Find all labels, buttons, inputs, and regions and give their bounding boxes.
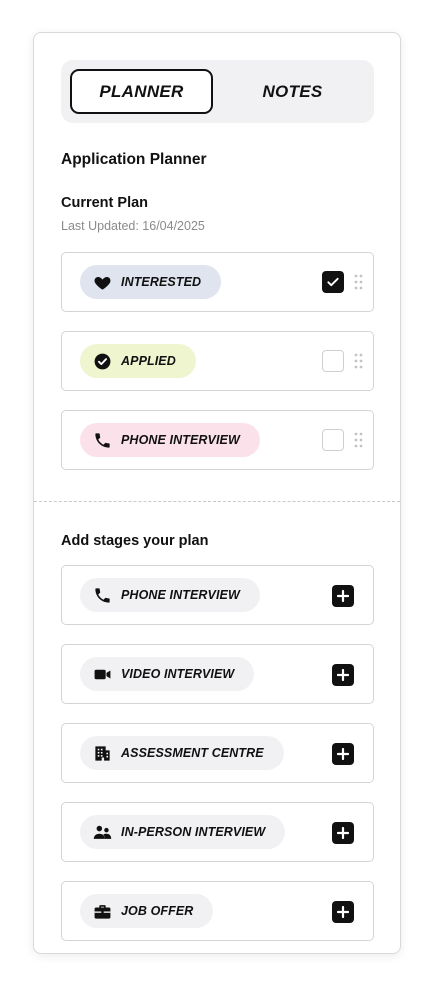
drag-handle-icon[interactable] (354, 432, 363, 448)
planner-panel: PLANNER NOTES Application Planner Curren… (33, 32, 401, 954)
stage-label: APPLIED (121, 354, 176, 368)
add-stage-phone-interview: PHONE INTERVIEW (61, 565, 374, 625)
stage-label: PHONE INTERVIEW (121, 588, 240, 602)
stage-label: INTERESTED (121, 275, 202, 289)
add-stage-assessment-centre: ASSESSMENT CENTRE (61, 723, 374, 783)
drag-handle-icon[interactable] (354, 353, 363, 369)
stage-pill: APPLIED (80, 344, 196, 378)
phone-icon (92, 585, 112, 605)
phone-icon (92, 430, 112, 450)
plus-icon (337, 827, 349, 839)
last-updated-text: Last Updated: 16/04/2025 (61, 219, 205, 233)
add-stage-job-offer: JOB OFFER (61, 881, 374, 941)
view-toggle: PLANNER NOTES (61, 60, 374, 123)
drag-handle-icon[interactable] (354, 274, 363, 290)
stage-pill: INTERESTED (80, 265, 222, 299)
add-stage-button[interactable] (332, 822, 354, 844)
plus-icon (337, 590, 349, 602)
stage-label: VIDEO INTERVIEW (121, 667, 235, 681)
stage-pill: ASSESSMENT CENTRE (80, 736, 284, 770)
stage-checkbox[interactable] (322, 429, 344, 451)
stage-checkbox[interactable] (322, 271, 344, 293)
briefcase-icon (92, 901, 112, 921)
section-divider (34, 501, 400, 502)
stage-checkbox[interactable] (322, 350, 344, 372)
stage-label: IN-PERSON INTERVIEW (121, 825, 266, 839)
current-plan-heading: Current Plan (61, 195, 149, 211)
stage-pill: JOB OFFER (80, 894, 214, 928)
add-stage-button[interactable] (332, 743, 354, 765)
add-stage-in-person-interview: IN-PERSON INTERVIEW (61, 802, 374, 862)
stage-label: ASSESSMENT CENTRE (121, 746, 264, 760)
tab-planner[interactable]: PLANNER (70, 69, 213, 114)
plan-stage-phone-interview: PHONE INTERVIEW (61, 410, 374, 470)
building-icon (92, 743, 112, 763)
stage-label: PHONE INTERVIEW (121, 433, 240, 447)
page-title: Application Planner (61, 151, 207, 168)
add-stages-heading: Add stages your plan (61, 533, 209, 549)
stage-pill: VIDEO INTERVIEW (80, 657, 255, 691)
plus-icon (337, 669, 349, 681)
video-camera-icon (92, 664, 112, 684)
tab-notes[interactable]: NOTES (221, 69, 364, 114)
check-circle-icon (92, 351, 112, 371)
stage-label: JOB OFFER (121, 904, 194, 918)
stage-pill: IN-PERSON INTERVIEW (80, 815, 286, 849)
heart-icon (92, 272, 112, 292)
stage-pill: PHONE INTERVIEW (80, 423, 260, 457)
add-stage-video-interview: VIDEO INTERVIEW (61, 644, 374, 704)
add-stage-button[interactable] (332, 664, 354, 686)
people-icon (92, 822, 112, 842)
plan-stage-interested: INTERESTED (61, 252, 374, 312)
stage-pill: PHONE INTERVIEW (80, 578, 260, 612)
add-stage-button[interactable] (332, 585, 354, 607)
plus-icon (337, 748, 349, 760)
plan-stage-applied: APPLIED (61, 331, 374, 391)
plus-icon (337, 906, 349, 918)
add-stage-button[interactable] (332, 901, 354, 923)
